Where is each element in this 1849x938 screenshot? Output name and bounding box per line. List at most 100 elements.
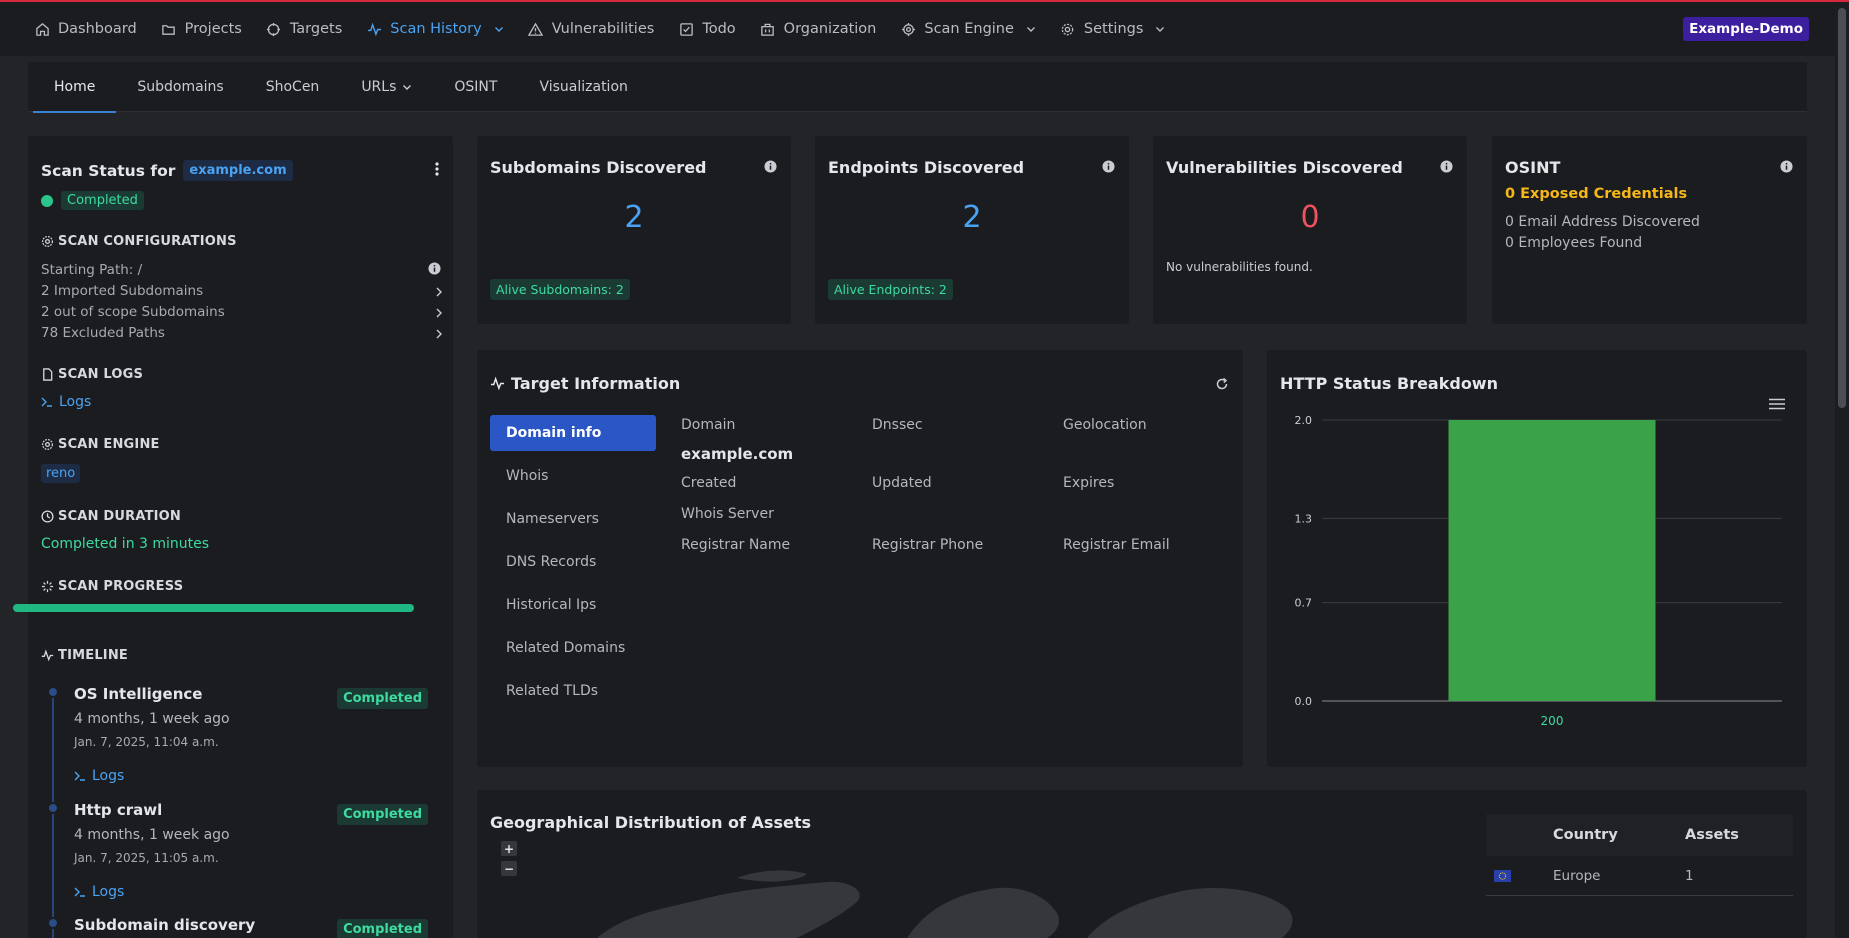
nav-todo[interactable]: Todo [666, 2, 747, 56]
timeline-item-ago: 4 months, 1 week ago [74, 711, 230, 727]
more-options-icon[interactable] [435, 162, 439, 176]
imported-subdomains[interactable]: 2 Imported Subdomains [41, 283, 203, 299]
card-title: OSINT [1505, 158, 1561, 177]
timeline-dot [47, 686, 59, 698]
x-tick-label: 200 [1541, 714, 1564, 728]
activity-icon [41, 649, 54, 662]
info-icon[interactable] [1440, 160, 1453, 173]
status-dot [41, 194, 53, 207]
geolocation-label: Geolocation [1063, 417, 1147, 433]
row-assets: 1 [1685, 867, 1694, 884]
endpoints-card: Endpoints Discovered 2 Alive Endpoints: … [815, 136, 1129, 324]
timeline-logs-link[interactable]: Logs [74, 768, 124, 784]
y-tick-label: 2.0 [1295, 414, 1313, 427]
nav-scan-history[interactable]: Scan History [354, 2, 515, 56]
chevron-down-icon [1026, 27, 1035, 32]
tab-dns-records[interactable]: DNS Records [490, 544, 656, 580]
nav-targets[interactable]: Targets [254, 2, 354, 56]
tab-domain-info[interactable]: Domain info [490, 415, 656, 451]
scan-engine-heading: SCAN ENGINE [41, 437, 160, 452]
endpoints-count: 2 [962, 200, 982, 235]
tab-related-domains[interactable]: Related Domains [490, 630, 656, 666]
chevron-down-icon [1156, 27, 1165, 32]
geo-title: Geographical Distribution of Assets [490, 813, 811, 832]
chevron-right-icon[interactable] [435, 308, 443, 318]
exposed-credentials[interactable]: 0 Exposed Credentials [1505, 186, 1687, 202]
terminal-icon [41, 397, 52, 407]
clock-icon [41, 510, 54, 523]
tab-historical-ips[interactable]: Historical Ips [490, 587, 656, 623]
info-icon[interactable] [428, 262, 441, 275]
home-icon [34, 21, 50, 37]
timeline-dot [47, 802, 59, 814]
nav-settings[interactable]: Settings [1048, 2, 1177, 56]
scan-engine-badge[interactable]: reno [41, 464, 81, 483]
file-icon [43, 368, 53, 381]
vulnerabilities-count: 0 [1300, 200, 1320, 235]
chevron-down-icon [403, 84, 412, 90]
tab-osint[interactable]: OSINT [433, 62, 518, 112]
y-tick-label: 1.3 [1295, 512, 1313, 525]
tab-nameservers[interactable]: Nameservers [490, 501, 656, 537]
loader-icon [41, 580, 54, 593]
tab-related-tlds[interactable]: Related TLDs [490, 673, 656, 709]
gear-icon [42, 236, 53, 247]
chevron-right-icon[interactable] [435, 287, 443, 297]
timeline-item-ago: 4 months, 1 week ago [74, 827, 230, 843]
scan-logs-link[interactable]: Logs [41, 394, 91, 410]
registrar-phone-label: Registrar Phone [872, 537, 984, 553]
nav-organization[interactable]: Organization [748, 2, 889, 56]
geo-table: Country Assets Europe 1 [1486, 814, 1793, 896]
osint-card: OSINT 0 Exposed Credentials 0 Email Addr… [1492, 136, 1807, 324]
page-scrollbar[interactable] [1835, 2, 1849, 938]
nav-projects[interactable]: Projects [149, 2, 254, 56]
tab-visualization[interactable]: Visualization [518, 62, 648, 112]
organization-badge[interactable]: Example-Demo [1683, 17, 1809, 41]
zoom-in-button[interactable]: + [501, 841, 517, 856]
nav-dashboard[interactable]: Dashboard [22, 2, 149, 56]
subdomains-count: 2 [624, 200, 644, 235]
whois-server-label: Whois Server [681, 506, 774, 522]
building-icon [760, 21, 776, 37]
emails-discovered: 0 Email Address Discovered [1505, 214, 1700, 230]
table-row[interactable]: Europe 1 [1486, 856, 1793, 896]
info-icon[interactable] [764, 160, 777, 173]
info-icon[interactable] [1780, 160, 1793, 173]
refresh-icon[interactable] [1215, 377, 1229, 391]
timeline-line [52, 690, 54, 938]
excluded-paths[interactable]: 78 Excluded Paths [41, 325, 165, 341]
chevron-down-icon [494, 27, 503, 32]
expires-label: Expires [1063, 475, 1115, 491]
tab-urls[interactable]: URLs [340, 62, 433, 112]
out-of-scope-subdomains[interactable]: 2 out of scope Subdomains [41, 304, 225, 320]
nav-vulnerabilities[interactable]: Vulnerabilities [516, 2, 667, 56]
domain-label: Domain [681, 417, 736, 433]
nav-scan-engine[interactable]: Scan Engine [888, 2, 1048, 56]
y-tick-label: 0.7 [1295, 597, 1313, 610]
tab-home[interactable]: Home [33, 62, 117, 113]
timeline-logs-link[interactable]: Logs [74, 884, 124, 900]
tab-shocen[interactable]: ShoCen [245, 62, 341, 112]
created-label: Created [681, 475, 737, 491]
chevron-right-icon[interactable] [435, 329, 443, 339]
column-country[interactable]: Country [1553, 827, 1685, 843]
card-title: Endpoints Discovered [828, 158, 1025, 177]
cpu-icon [42, 439, 53, 450]
target-information-card: Target Information Domain info Whois Nam… [477, 350, 1243, 767]
scan-domain-chip[interactable]: example.com [183, 160, 293, 181]
scan-tabs: Home Subdomains ShoCen URLs OSINT Visual… [28, 62, 1807, 113]
tab-subdomains[interactable]: Subdomains [116, 62, 244, 112]
scan-duration: Completed in 3 minutes [41, 536, 210, 552]
info-icon[interactable] [1102, 160, 1115, 173]
starting-path: Starting Path: / [41, 262, 143, 278]
activity-icon [366, 21, 382, 37]
employees-found: 0 Employees Found [1505, 235, 1643, 251]
chart-bar[interactable] [1448, 420, 1656, 701]
timeline-item-title: Http crawl [74, 801, 163, 819]
http-status-chart: 2.0 1.3 0.7 0.0 200 [1295, 414, 1782, 728]
scrollbar-thumb[interactable] [1838, 8, 1846, 408]
timeline-heading: TIMELINE [41, 648, 128, 663]
column-assets[interactable]: Assets [1685, 827, 1739, 843]
world-map[interactable] [487, 868, 1447, 938]
tab-whois[interactable]: Whois [490, 458, 656, 494]
